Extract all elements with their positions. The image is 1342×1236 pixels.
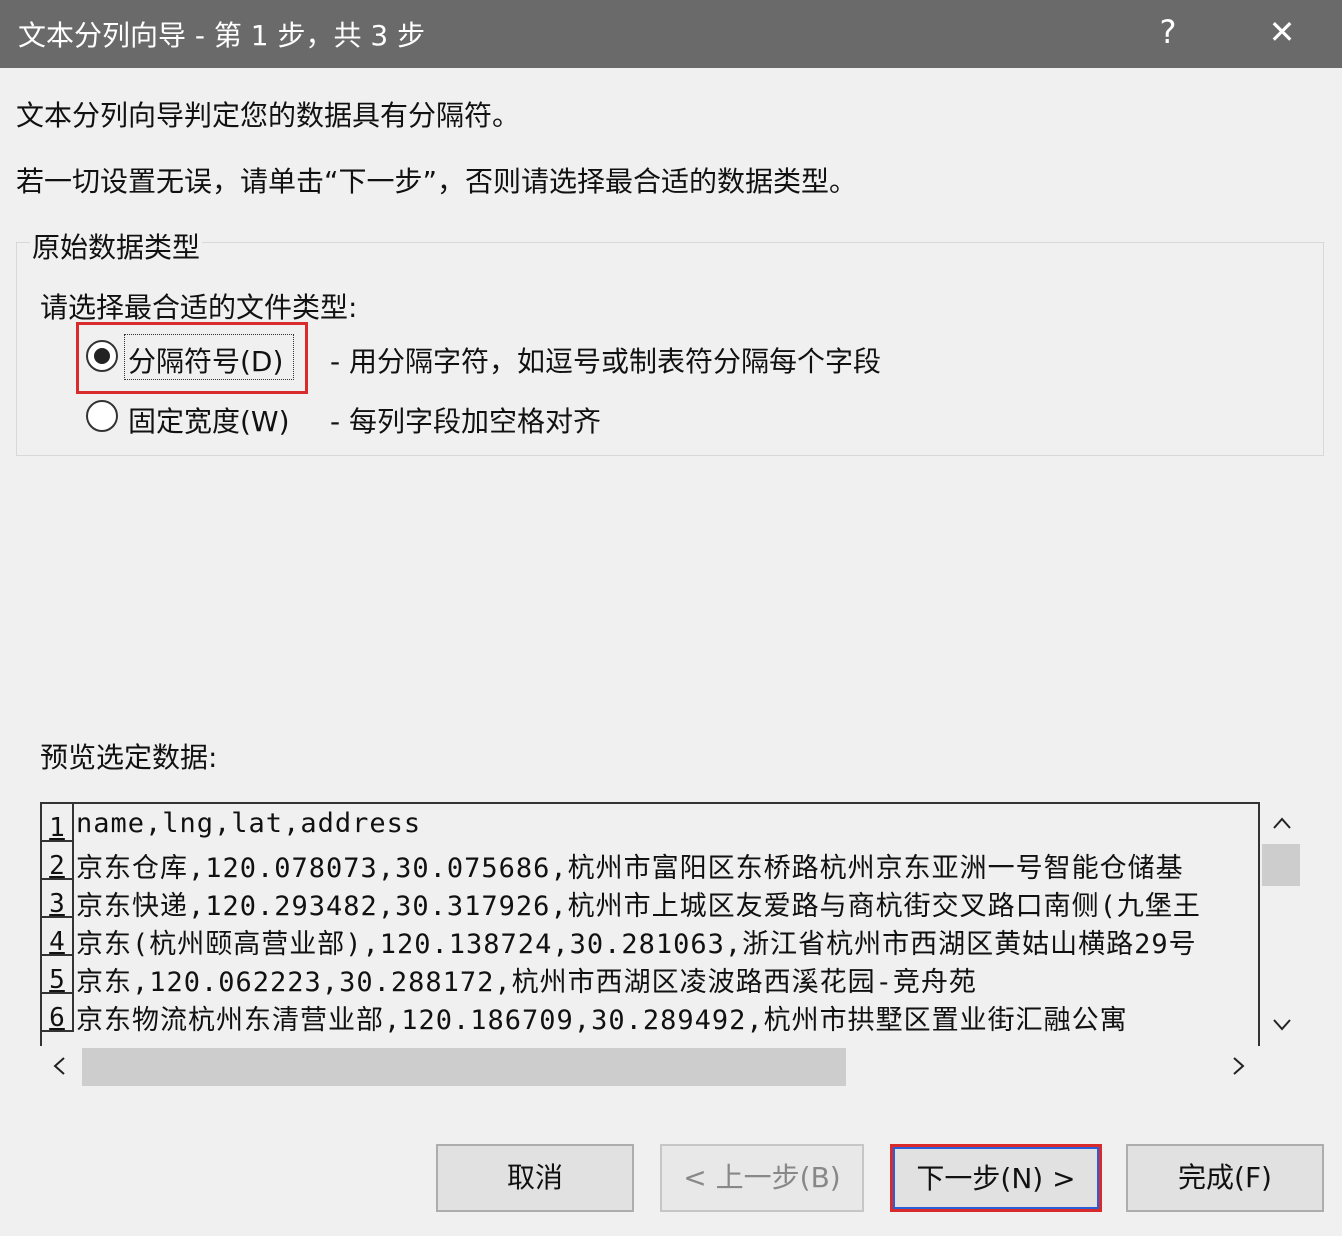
preview-row: 6京东物流杭州东清营业部,120.186709,30.289492,杭州市拱墅区… bbox=[42, 994, 1260, 1032]
chevron-down-icon[interactable] bbox=[1272, 1018, 1292, 1032]
group-legend: 原始数据类型 bbox=[30, 226, 202, 266]
preview-row: 5京东,120.062223,30.288172,杭州市西湖区凌波路西溪花园-竞… bbox=[42, 956, 1260, 994]
preview-row: 2京东仓库,120.078073,30.075686,杭州市富阳区东桥路杭州京东… bbox=[42, 842, 1260, 880]
row-text: name,lng,lat,address bbox=[76, 808, 421, 839]
title-bar: 文本分列向导 - 第 1 步，共 3 步 ? ✕ bbox=[0, 0, 1342, 68]
horizontal-scrollbar[interactable] bbox=[40, 1046, 1260, 1086]
help-button[interactable]: ? bbox=[1138, 8, 1198, 56]
back-button[interactable]: < 上一步(B) bbox=[660, 1144, 864, 1212]
next-button[interactable]: 下一步(N) > bbox=[890, 1144, 1102, 1212]
radio-selected-dot bbox=[94, 348, 110, 364]
chevron-right-icon[interactable] bbox=[1232, 1056, 1246, 1076]
row-number: 6 bbox=[42, 994, 74, 1032]
row-number: 1 bbox=[42, 804, 74, 842]
window-title: 文本分列向导 - 第 1 步，共 3 步 bbox=[18, 14, 425, 54]
instruction-text: 若一切设置无误，请单击“下一步”，否则请选择最合适的数据类型。 bbox=[16, 160, 857, 200]
chevron-left-icon[interactable] bbox=[52, 1056, 66, 1076]
cancel-button[interactable]: 取消 bbox=[436, 1144, 634, 1212]
radio-fixed-width[interactable] bbox=[86, 400, 118, 432]
chevron-up-icon[interactable] bbox=[1272, 816, 1292, 830]
row-number: 5 bbox=[42, 956, 74, 994]
preview-row: 3京东快递,120.293482,30.317926,杭州市上城区友爱路与商杭街… bbox=[42, 880, 1260, 918]
row-number: 2 bbox=[42, 842, 74, 880]
preview-label: 预览选定数据: bbox=[40, 736, 217, 776]
intro-text: 文本分列向导判定您的数据具有分隔符。 bbox=[16, 94, 520, 134]
row-number: 3 bbox=[42, 880, 74, 918]
vertical-scroll-thumb[interactable] bbox=[1262, 844, 1300, 886]
finish-button[interactable]: 完成(F) bbox=[1126, 1144, 1324, 1212]
close-icon[interactable]: ✕ bbox=[1252, 8, 1312, 56]
data-preview[interactable]: 1name,lng,lat,address 2京东仓库,120.078073,3… bbox=[40, 802, 1260, 1046]
horizontal-scroll-thumb[interactable] bbox=[82, 1048, 846, 1086]
radio-delimited[interactable] bbox=[86, 340, 118, 372]
delimited-label[interactable]: 分隔符号(D) bbox=[128, 340, 283, 380]
fixed-width-label[interactable]: 固定宽度(W) bbox=[128, 400, 290, 440]
row-text: 京东物流杭州东清营业部,120.186709,30.289492,杭州市拱墅区置… bbox=[76, 998, 1128, 1037]
row-number: 4 bbox=[42, 918, 74, 956]
delimited-desc: - 用分隔字符，如逗号或制表符分隔每个字段 bbox=[330, 340, 881, 380]
preview-row: 1name,lng,lat,address bbox=[42, 804, 1260, 842]
preview-row: 4京东(杭州颐高营业部),120.138724,30.281063,浙江省杭州市… bbox=[42, 918, 1260, 956]
fixed-width-desc: - 每列字段加空格对齐 bbox=[330, 400, 601, 440]
file-type-prompt: 请选择最合适的文件类型: bbox=[40, 286, 357, 326]
vertical-scrollbar[interactable] bbox=[1262, 802, 1300, 1046]
